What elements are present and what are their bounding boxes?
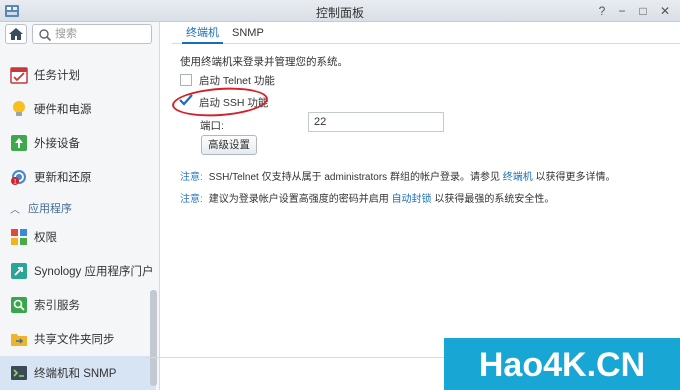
tab-snmp[interactable]: SNMP xyxy=(228,24,268,44)
telnet-option[interactable]: 启动 Telnet 功能 xyxy=(180,72,275,88)
sidebar-item-label: 硬件和电源 xyxy=(34,104,92,116)
note-text: SSH/Telnet 仅支持从属于 administrators 群组的帐户登录… xyxy=(208,172,500,183)
sidebar-item-app-portal[interactable]: Synology 应用程序门户 xyxy=(0,254,156,288)
note-ssh-admin: 注意: SSH/Telnet 仅支持从属于 administrators 群组的帐… xyxy=(180,168,616,183)
close-icon[interactable]: ✕ xyxy=(657,3,673,19)
sidebar: 任务计划 硬件和电源 外接设备 1 更新和还原 ︿ 应用程序 xyxy=(0,22,160,390)
sidebar-section-label: 应用程序 xyxy=(28,203,72,215)
window-title: 控制面板 xyxy=(315,6,364,20)
telnet-label: 启动 Telnet 功能 xyxy=(199,74,275,87)
note-tag: 注意: xyxy=(180,172,203,183)
sidebar-item-label: 索引服务 xyxy=(34,300,80,312)
terminal-description: 使用终端机来登录并管理您的系统。 xyxy=(180,56,348,68)
sidebar-item-label: 共享文件夹同步 xyxy=(34,334,115,346)
red-annotation-ellipse xyxy=(171,84,269,120)
sidebar-item-task-scheduler[interactable]: 任务计划 xyxy=(0,58,156,92)
advanced-settings-button[interactable]: 高级设置 xyxy=(201,135,257,155)
sidebar-item-folder-sync[interactable]: 共享文件夹同步 xyxy=(0,322,156,356)
tab-bar: 终端机 SNMP xyxy=(172,22,680,44)
watermark-text: Hao4K.CN xyxy=(479,346,645,384)
sidebar-item-label: 任务计划 xyxy=(34,70,80,82)
sidebar-item-terminal-snmp[interactable]: 终端机和 SNMP xyxy=(0,356,156,390)
sidebar-section-applications[interactable]: ︿ 应用程序 xyxy=(0,198,156,218)
note-password: 注意: 建议为登录帐户设置高强度的密码并启用 自动封锁 以获得最强的系统安全性。 xyxy=(180,190,554,205)
terminal-help-link[interactable]: 终端机 xyxy=(503,172,533,183)
sidebar-item-update-restore[interactable]: 1 更新和还原 xyxy=(0,160,156,194)
title-bar: 控制面板 ? − □ ✕ xyxy=(0,0,680,22)
sidebar-item-label: 外接设备 xyxy=(34,138,80,150)
sidebar-item-hardware-power[interactable]: 硬件和电源 xyxy=(0,92,156,126)
sidebar-item-label: Synology 应用程序门户 xyxy=(34,266,154,278)
port-input[interactable] xyxy=(308,112,444,132)
watermark-logo: Hao4K.CN xyxy=(444,338,680,390)
note-text-after: 以获得更多详情。 xyxy=(535,172,616,183)
sidebar-item-privileges[interactable]: 权限 xyxy=(0,220,156,254)
sidebar-item-label: 权限 xyxy=(34,232,57,244)
auto-block-link[interactable]: 自动封锁 xyxy=(392,194,432,205)
sidebar-item-indexing-service[interactable]: 索引服务 xyxy=(0,288,156,322)
maximize-icon[interactable]: □ xyxy=(635,3,651,19)
sidebar-scrollbar[interactable] xyxy=(150,290,157,386)
telnet-checkbox[interactable] xyxy=(180,74,192,86)
privileges-icon xyxy=(11,229,27,245)
note-text: 建议为登录帐户设置高强度的密码并启用 xyxy=(208,194,389,205)
help-icon[interactable]: ? xyxy=(594,3,610,19)
sidebar-item-label: 更新和还原 xyxy=(34,172,92,184)
lightbulb-icon xyxy=(13,101,25,116)
task-scheduler-icon xyxy=(10,67,28,84)
note-tag: 注意: xyxy=(180,194,203,205)
sidebar-item-hidden xyxy=(0,36,156,50)
indexing-service-icon xyxy=(11,297,27,313)
tab-terminal[interactable]: 终端机 xyxy=(182,24,223,44)
terminal-snmp-icon xyxy=(11,366,27,380)
note-text-after: 以获得最强的系统安全性。 xyxy=(434,194,555,205)
minimize-icon[interactable]: − xyxy=(614,3,630,19)
port-label: 端口: xyxy=(200,120,224,132)
chevron-up-icon: ︿ xyxy=(10,204,20,216)
external-device-icon xyxy=(11,135,27,151)
update-restore-icon: 1 xyxy=(11,170,26,186)
folder-sync-icon xyxy=(11,334,27,346)
app-portal-icon xyxy=(11,263,27,279)
sidebar-item-label: 终端机和 SNMP xyxy=(34,368,117,380)
sidebar-item-external-devices[interactable]: 外接设备 xyxy=(0,126,156,160)
